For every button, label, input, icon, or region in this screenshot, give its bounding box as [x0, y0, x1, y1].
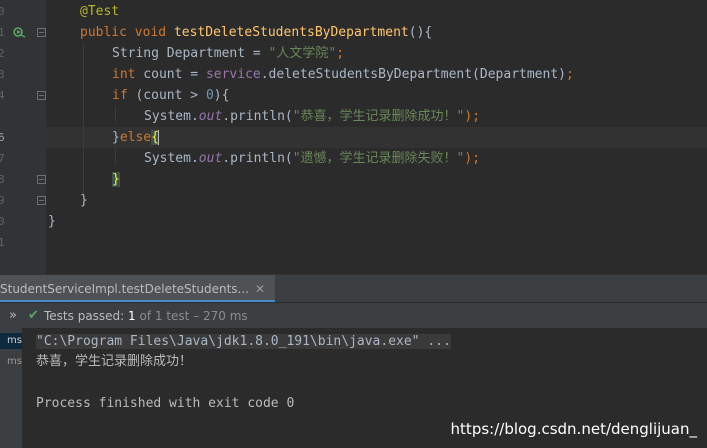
- test-status: Tests passed: 1 of 1 test – 270 ms: [44, 303, 248, 329]
- run-panel-tab-bar: StudentServiceImpl.testDeleteStudents...…: [0, 274, 707, 303]
- line-number: 1: [0, 236, 5, 249]
- code-line-declaration[interactable]: String Department = "人文学院";: [112, 43, 344, 64]
- code-editor[interactable]: 0 1 2 3 4 6 7 8 9 0 1 @Test public void …: [0, 0, 707, 274]
- line-number: 1: [0, 26, 5, 39]
- console-output-line: 恭喜，学生记录删除成功！: [36, 354, 193, 369]
- line-number: 0: [0, 5, 5, 18]
- fold-icon[interactable]: [37, 190, 46, 211]
- console-command-line: "C:\Program Files\Java\jdk1.8.0_191\bin\…: [36, 334, 451, 349]
- tests-passed-detail: of 1 test – 270 ms: [139, 309, 248, 323]
- tests-passed-count: 1: [128, 309, 136, 323]
- code-line-close-else[interactable]: }: [112, 169, 120, 190]
- expand-icon[interactable]: »: [9, 303, 17, 329]
- indent-guide: [115, 148, 116, 164]
- console-exit-line: Process finished with exit code 0: [36, 396, 295, 411]
- run-tab[interactable]: StudentServiceImpl.testDeleteStudents...…: [0, 275, 276, 303]
- code-line-close-method[interactable]: }: [80, 190, 88, 211]
- run-tab-title: StudentServiceImpl.testDeleteStudents...: [0, 282, 249, 296]
- code-line-annotation[interactable]: @Test: [80, 1, 119, 22]
- test-duration[interactable]: ms: [0, 354, 22, 370]
- line-number: 7: [0, 152, 5, 165]
- code-line-failure-print[interactable]: System.out.println("遗憾，学生记录删除失败！");: [144, 148, 480, 169]
- code-line-success-print[interactable]: System.out.println("恭喜，学生记录删除成功！");: [144, 106, 480, 127]
- test-duration[interactable]: ms: [0, 333, 22, 349]
- close-icon[interactable]: ✕: [255, 275, 265, 303]
- code-line-close-class[interactable]: }: [48, 211, 56, 232]
- line-number: 2: [0, 47, 5, 60]
- line-number: 9: [0, 194, 5, 207]
- fold-icon[interactable]: [37, 85, 46, 106]
- line-number: 6: [0, 131, 5, 144]
- code-line-method-signature[interactable]: public void testDeleteStudentsByDepartme…: [80, 22, 432, 43]
- code-line-service-call[interactable]: int count = service.deleteStudentsByDepa…: [112, 64, 574, 85]
- text-caret: [157, 130, 159, 145]
- watermark: https://blog.csdn.net/denglijuan_: [450, 420, 697, 438]
- line-number: 4: [0, 89, 5, 102]
- line-number: 0: [0, 215, 5, 228]
- line-number: 3: [0, 68, 5, 81]
- fold-icon[interactable]: [37, 169, 46, 190]
- matched-brace: }: [112, 172, 120, 187]
- test-tree-column[interactable]: ms ms: [0, 328, 22, 448]
- indent-guide: [83, 44, 84, 204]
- run-test-icon[interactable]: [12, 22, 26, 43]
- editor-gutter[interactable]: 0 1 2 3 4 6 7 8 9 0 1: [0, 0, 46, 274]
- code-line-if[interactable]: if (count > 0){: [112, 85, 229, 106]
- fold-icon[interactable]: [37, 22, 46, 43]
- indent-guide: [115, 106, 116, 122]
- test-results-toolbar: » ✔ Tests passed: 1 of 1 test – 270 ms: [0, 302, 707, 330]
- tests-passed-label: Tests passed:: [44, 309, 125, 323]
- line-number: 8: [0, 173, 5, 186]
- code-line-else[interactable]: }else{: [112, 127, 159, 148]
- check-icon: ✔: [28, 308, 39, 323]
